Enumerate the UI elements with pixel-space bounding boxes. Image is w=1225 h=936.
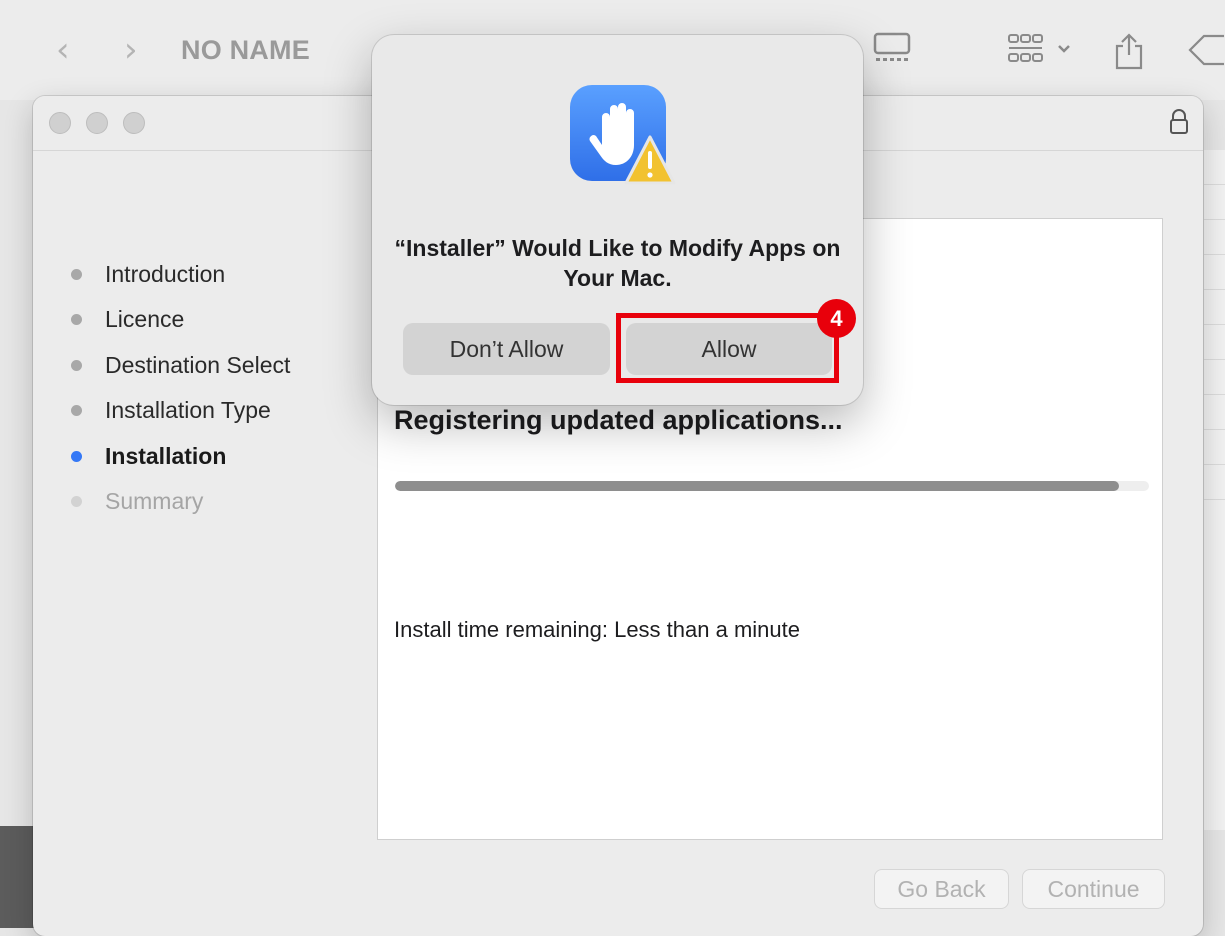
privacy-hand-warning-icon <box>568 83 676 196</box>
step-number-badge: 4 <box>817 299 856 338</box>
go-back-button[interactable]: Go Back <box>874 869 1009 909</box>
step-installation: Installation <box>69 438 290 483</box>
alert-title: “Installer” Would Like to Modify Apps on… <box>394 235 841 291</box>
finder-window-title: NO NAME <box>181 35 310 65</box>
step-label: Installation Type <box>105 397 271 424</box>
step-dot <box>71 359 82 371</box>
progress-fill <box>395 481 1119 491</box>
allow-highlight-box <box>616 313 839 383</box>
forward-button[interactable]: › <box>124 30 138 70</box>
time-remaining-text: Install time remaining: Less than a minu… <box>394 617 800 642</box>
lock-icon[interactable] <box>1169 108 1189 141</box>
step-dot-active <box>71 450 82 462</box>
step-introduction: Introduction <box>69 256 290 301</box>
dont-allow-button[interactable]: Don’t Allow <box>403 323 610 375</box>
installation-status: Registering updated applications... <box>394 405 843 435</box>
step-label: Summary <box>105 487 204 514</box>
step-dot <box>71 495 82 507</box>
step-installation-type: Installation Type <box>69 392 290 437</box>
zoom-window-button[interactable] <box>123 112 145 134</box>
tag-icon[interactable] <box>1184 32 1225 73</box>
step-dot <box>71 269 82 280</box>
step-summary: Summary <box>69 483 290 528</box>
desktop-edge <box>0 826 34 928</box>
finder-file-list-edge <box>1204 150 1225 830</box>
share-icon[interactable] <box>1114 32 1144 75</box>
step-label: Introduction <box>105 261 226 287</box>
step-label: Licence <box>105 306 185 333</box>
step-destination-select: Destination Select <box>69 347 290 392</box>
close-window-button[interactable] <box>49 112 71 134</box>
step-dot <box>71 405 82 417</box>
continue-button[interactable]: Continue <box>1022 869 1165 909</box>
gallery-view-icon[interactable] <box>873 32 911 69</box>
group-view-icon[interactable] <box>1007 32 1077 71</box>
step-label: Installation <box>105 442 227 469</box>
step-licence: Licence <box>69 301 290 346</box>
minimize-window-button[interactable] <box>86 112 108 134</box>
step-dot <box>71 314 82 326</box>
step-label: Destination Select <box>105 351 291 378</box>
installer-steps: Introduction Licence Destination Select … <box>69 256 290 528</box>
installation-progress-bar <box>395 481 1149 491</box>
back-button[interactable]: ‹ <box>56 30 70 70</box>
